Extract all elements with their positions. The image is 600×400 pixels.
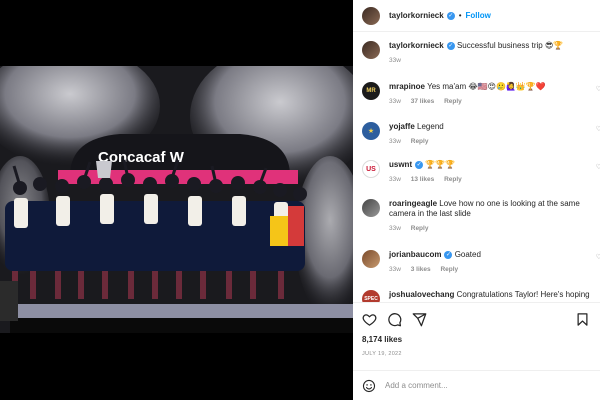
media-pane: Concacaf W [0,0,353,400]
comment-item: MR mrapinoe Yes ma'am 😂🇺🇸😍🥲🙋‍♀️👑🏆❤️ 33w … [362,82,600,105]
reply-button[interactable]: Reply [411,225,429,232]
add-comment-bar [353,370,600,400]
post-actions: 8,174 likes JULY 19, 2022 [353,302,600,357]
commenter-avatar[interactable]: US [362,160,380,178]
comment-time[interactable]: 33w [389,225,401,232]
post-sidebar: taylorkornieck ✓ • Follow taylorkornieck… [353,0,600,400]
commenter-username[interactable]: jorianbaucom [389,250,441,259]
comment-text: Goated [454,250,481,259]
verified-badge-icon: ✓ [446,11,455,20]
commenter-username[interactable]: uswnt [389,160,412,169]
reply-button[interactable]: Reply [411,138,429,145]
comments-list[interactable]: taylorkornieck ✓ Successful business trip… [353,36,600,302]
comment-item: jorianbaucom ✓ Goated 33w 3 likes Reply ♡ [362,250,600,273]
comment-likes[interactable]: 13 likes [411,176,435,183]
heart-icon[interactable] [362,312,377,327]
commenter-avatar[interactable]: SPEC [362,290,380,302]
comment-text: 🏆🏆🏆 [425,160,456,169]
comment-text: Yes ma'am 😂🇺🇸😍🥲🙋‍♀️👑🏆❤️ [427,82,546,91]
commenter-username[interactable]: yojaffe [389,122,415,131]
commenter-username[interactable]: roaringeagle [389,199,437,208]
header-separator: • [458,11,462,20]
verified-badge-icon: ✓ [444,250,453,259]
reply-button[interactable]: Reply [444,98,462,105]
comment-time[interactable]: 33w [389,98,401,105]
author-avatar[interactable] [362,6,380,25]
share-icon[interactable] [412,312,427,327]
comment-heart-icon[interactable]: ♡ [596,253,600,261]
commenter-avatar[interactable] [362,199,380,217]
comment-time[interactable]: 33w [389,176,401,183]
post-date[interactable]: JULY 19, 2022 [353,351,600,357]
verified-badge-icon: ✓ [446,41,455,50]
comment-heart-icon[interactable]: ♡ [596,125,600,133]
comment-text: Legend [417,122,444,131]
comment-icon[interactable] [387,312,402,327]
reply-button[interactable]: Reply [444,176,462,183]
caption-time[interactable]: 33w [389,57,401,64]
commenter-avatar[interactable]: ★ [362,122,380,140]
comment-item: ★ yojaffe Legend 33w Reply ♡ [362,122,600,145]
caption-username[interactable]: taylorkornieck [389,41,444,50]
comment-heart-icon[interactable]: ♡ [596,163,600,171]
commenter-username[interactable]: mrapinoe [389,82,425,91]
likes-count[interactable]: 8,174 likes [353,335,600,344]
caption: taylorkornieck ✓ Successful business trip… [362,41,600,64]
comment-item: US uswnt ✓ 🏆🏆🏆 33w 13 likes Reply ♡ [362,160,600,183]
comment-likes[interactable]: 37 likes [411,98,435,105]
comment-heart-icon[interactable]: ♡ [596,85,600,93]
reply-button[interactable]: Reply [440,266,458,273]
commenter-avatar[interactable] [362,250,380,268]
comment-text: Congratulations Taylor! Here's hoping [456,290,590,299]
comment-item: roaringeagle Love how no one is looking … [362,199,600,232]
commenter-username[interactable]: joshualovechang [389,290,454,299]
emoji-icon[interactable] [362,379,376,393]
comment-input[interactable] [385,381,585,390]
author-username[interactable]: taylorkornieck [389,11,444,20]
verified-badge-icon: ✓ [415,160,424,169]
caption-text: Successful business trip 😎🏆 [456,41,564,50]
post-header: taylorkornieck ✓ • Follow [353,0,600,32]
comment-time[interactable]: 33w [389,138,401,145]
celebration-photo: Concacaf W [0,66,353,333]
caption-avatar[interactable] [362,41,380,59]
bookmark-icon[interactable] [575,312,590,327]
follow-button[interactable]: Follow [466,11,491,20]
comment-time[interactable]: 33w [389,266,401,273]
comment-item: SPEC joshualovechang Congratulations Tay… [362,290,600,302]
post-photo[interactable]: Concacaf W [0,66,353,333]
commenter-avatar[interactable]: MR [362,82,380,100]
comment-likes[interactable]: 3 likes [411,266,431,273]
